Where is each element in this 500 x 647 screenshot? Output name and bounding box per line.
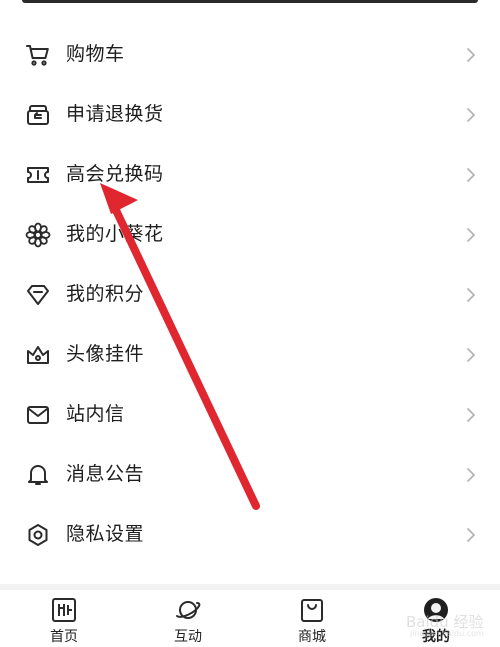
- tab-home[interactable]: 首页: [24, 590, 104, 647]
- top-strip: [0, 0, 500, 6]
- chevron-right-icon: [464, 166, 478, 184]
- tab-mall[interactable]: 商城: [272, 590, 352, 647]
- bell-icon: [25, 462, 51, 488]
- shopping-bag-icon: [298, 596, 326, 624]
- chevron-right-icon: [464, 286, 478, 304]
- baidu-watermark: Baidu 经验 jingyan.baidu.com: [384, 603, 494, 643]
- tab-label: 首页: [50, 629, 78, 645]
- menu-item-label: 消息公告: [66, 463, 145, 485]
- menu-item-label: 我的小葵花: [66, 223, 164, 245]
- chevron-right-icon: [464, 46, 478, 64]
- menu-item-cart[interactable]: 购物车: [0, 24, 500, 84]
- ticket-icon: [25, 162, 51, 188]
- menu-item-label: 高会兑换码: [66, 163, 164, 185]
- chevron-right-icon: [464, 346, 478, 364]
- planet-icon: [174, 596, 202, 624]
- menu-item-vip-code[interactable]: 高会兑换码: [0, 144, 500, 204]
- menu-item-label: 申请退换货: [66, 103, 164, 125]
- menu-list: 购物车 申请退换货 高会兑换码 我的小葵花 我的积分 头像挂件 站内信 消息公告…: [0, 24, 500, 564]
- chevron-right-icon: [464, 226, 478, 244]
- menu-item-label: 头像挂件: [66, 343, 145, 365]
- tab-label: 互动: [174, 629, 202, 645]
- menu-item-announcements[interactable]: 消息公告: [0, 444, 500, 504]
- menu-item-label: 隐私设置: [66, 523, 145, 545]
- menu-item-label: 我的积分: [66, 283, 145, 305]
- chevron-right-icon: [464, 526, 478, 544]
- top-strip-bar: [22, 0, 478, 3]
- menu-item-privacy[interactable]: 隐私设置: [0, 504, 500, 564]
- menu-item-return[interactable]: 申请退换货: [0, 84, 500, 144]
- flower-icon: [25, 222, 51, 248]
- cart-icon: [25, 42, 51, 68]
- chevron-right-icon: [464, 106, 478, 124]
- menu-item-label: 站内信: [66, 403, 125, 425]
- gear-icon: [25, 522, 51, 548]
- chevron-right-icon: [464, 406, 478, 424]
- return-box-icon: [25, 102, 51, 128]
- diamond-icon: [25, 282, 51, 308]
- menu-item-points[interactable]: 我的积分: [0, 264, 500, 324]
- menu-item-sunflower[interactable]: 我的小葵花: [0, 204, 500, 264]
- tab-interact[interactable]: 互动: [148, 590, 228, 647]
- menu-item-avatar-frame[interactable]: 头像挂件: [0, 324, 500, 384]
- chevron-right-icon: [464, 466, 478, 484]
- menu-item-inbox[interactable]: 站内信: [0, 384, 500, 444]
- menu-item-label: 购物车: [66, 43, 125, 65]
- mail-icon: [25, 402, 51, 428]
- home-icon: [50, 596, 78, 624]
- crown-icon: [25, 342, 51, 368]
- watermark-subtext: jingyan.baidu.com: [410, 629, 484, 638]
- tab-label: 商城: [298, 629, 326, 645]
